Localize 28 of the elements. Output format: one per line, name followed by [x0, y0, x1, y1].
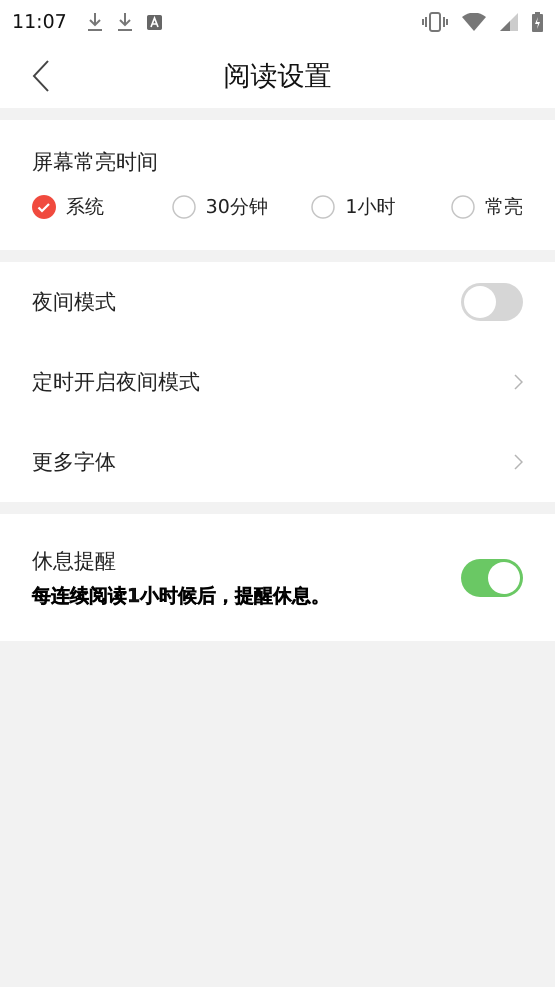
section-title: 屏幕常亮时间 [32, 149, 159, 176]
battery-icon [532, 12, 543, 32]
radio-icon[interactable] [451, 195, 476, 219]
setting-description: 每连续阅读1小时候后，提醒休息。 [32, 584, 332, 608]
setting-label: 休息提醒 [32, 548, 117, 574]
download-icon [86, 12, 103, 32]
radio-icon[interactable] [172, 195, 196, 219]
wifi-icon [462, 13, 486, 31]
chevron-right-icon [514, 454, 523, 470]
option-label[interactable]: 1小时 [345, 194, 396, 220]
option-label[interactable]: 30分钟 [206, 194, 268, 220]
status-time: 11:07 [12, 11, 67, 33]
option-label[interactable]: 常亮 [485, 194, 524, 220]
setting-label[interactable]: 夜间模式 [32, 288, 461, 316]
vibrate-icon [422, 12, 448, 32]
setting-label[interactable]: 更多字体 [32, 448, 514, 476]
option-label[interactable]: 系统 [66, 194, 104, 220]
toggle-switch[interactable] [461, 558, 523, 596]
signal-icon [500, 13, 518, 31]
page-title: 阅读设置 [224, 60, 332, 94]
checked-radio-icon[interactable] [32, 195, 56, 219]
back-icon[interactable] [32, 60, 50, 92]
download-icon [116, 12, 133, 32]
font-icon [146, 14, 162, 30]
radio-icon[interactable] [311, 195, 336, 219]
toggle-switch[interactable] [461, 283, 523, 321]
chevron-right-icon [514, 374, 523, 390]
setting-label[interactable]: 定时开启夜间模式 [32, 368, 514, 396]
